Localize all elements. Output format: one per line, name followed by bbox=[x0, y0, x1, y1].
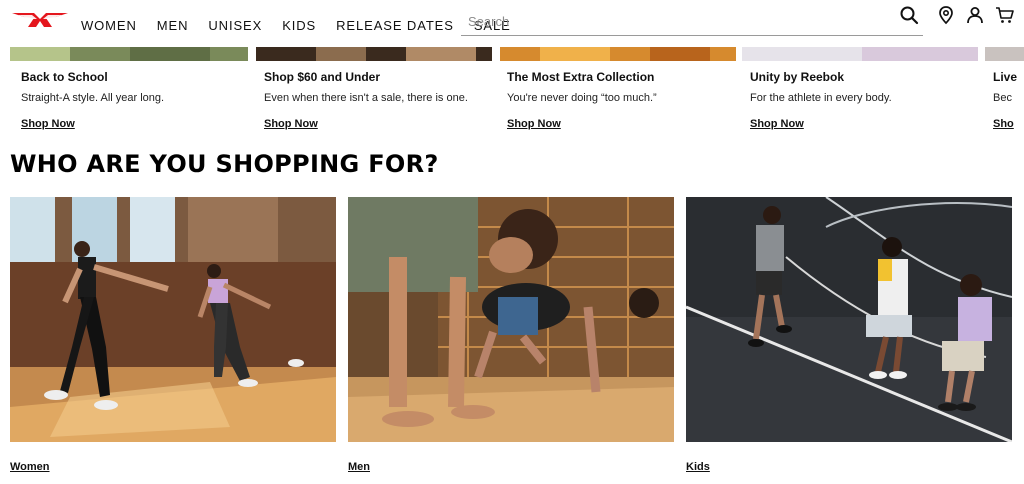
user-icon[interactable] bbox=[965, 5, 985, 25]
search-icon[interactable] bbox=[899, 5, 919, 25]
shop-now-link[interactable]: Shop Now bbox=[21, 118, 75, 130]
tile-men-link[interactable]: Men bbox=[348, 461, 370, 473]
collection-card: Live Bec Sho bbox=[993, 70, 1024, 132]
tile-women-image[interactable] bbox=[10, 197, 336, 442]
collection-image-live[interactable] bbox=[985, 47, 1024, 61]
collection-card: The Most Extra Collection You're never d… bbox=[507, 70, 747, 132]
collection-subtitle: Bec bbox=[993, 92, 1012, 104]
nav-men[interactable]: MEN bbox=[157, 18, 189, 33]
search-bar bbox=[461, 9, 923, 36]
shop-now-link[interactable]: Sho bbox=[993, 118, 1014, 130]
shop-now-link[interactable]: Shop Now bbox=[507, 118, 561, 130]
collection-card: Shop $60 and Under Even when there isn't… bbox=[264, 70, 504, 132]
collection-images-strip bbox=[0, 47, 1024, 61]
tile-men-image[interactable] bbox=[348, 197, 674, 442]
collection-image-unity[interactable] bbox=[742, 47, 978, 61]
collection-card: Back to School Straight-A style. All yea… bbox=[21, 70, 261, 132]
collection-title: Unity by Reebok bbox=[750, 70, 845, 84]
collection-subtitle: Even when there isn't a sale, there is o… bbox=[264, 92, 468, 104]
collection-subtitle: Straight-A style. All year long. bbox=[21, 92, 165, 104]
collection-image-60-and-under[interactable] bbox=[256, 47, 492, 61]
collection-subtitle: For the athlete in every body. bbox=[750, 92, 892, 104]
collection-card: Unity by Reebok For the athlete in every… bbox=[750, 70, 990, 132]
collection-subtitle: You're never doing “too much.” bbox=[507, 92, 657, 104]
nav-unisex[interactable]: UNISEX bbox=[208, 18, 262, 33]
site-header: WOMEN MEN UNISEX KIDS RELEASE DATES SALE bbox=[0, 0, 1024, 47]
collection-title: Back to School bbox=[21, 70, 108, 84]
search-input[interactable] bbox=[461, 9, 923, 33]
collection-title: Live bbox=[993, 70, 1018, 84]
collection-image-back-to-school[interactable] bbox=[10, 47, 248, 61]
collection-image-most-extra[interactable] bbox=[500, 47, 736, 61]
collection-title: Shop $60 and Under bbox=[264, 70, 381, 84]
reebok-logo[interactable] bbox=[10, 11, 70, 29]
tile-kids-image[interactable] bbox=[686, 197, 1012, 442]
tile-women-link[interactable]: Women bbox=[10, 461, 50, 473]
nav-release-dates[interactable]: RELEASE DATES bbox=[336, 18, 454, 33]
shop-now-link[interactable]: Shop Now bbox=[750, 118, 804, 130]
nav-women[interactable]: WOMEN bbox=[81, 18, 137, 33]
section-title: WHO ARE YOU SHOPPING FOR? bbox=[10, 150, 439, 178]
nav-kids[interactable]: KIDS bbox=[282, 18, 316, 33]
cart-icon[interactable] bbox=[995, 5, 1015, 25]
collection-title: The Most Extra Collection bbox=[507, 70, 655, 84]
shop-now-link[interactable]: Shop Now bbox=[264, 118, 318, 130]
location-pin-icon[interactable] bbox=[936, 5, 956, 25]
tile-kids-link[interactable]: Kids bbox=[686, 461, 710, 473]
